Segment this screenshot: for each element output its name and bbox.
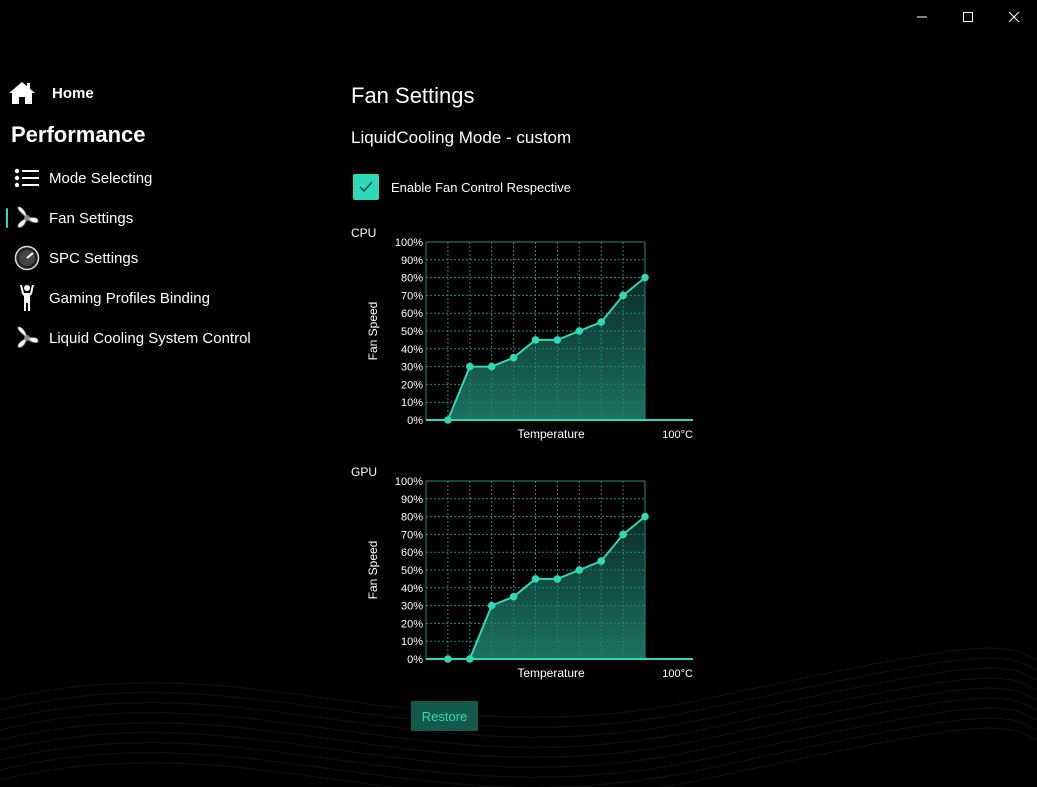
sidebar-item-gaming-profiles-binding[interactable]: Gaming Profiles Binding: [14, 283, 210, 313]
mode-text: LiquidCooling Mode - custom: [351, 128, 572, 147]
close-button[interactable]: [991, 0, 1037, 34]
y-tick-label: 80%: [401, 273, 423, 285]
home-label: Home: [52, 84, 94, 102]
curve-point[interactable]: [619, 291, 627, 300]
curve-area: [447, 516, 645, 659]
gpu-fan-chart: GPU 0% 10% 20% 30% 40% 50% 60% 70% 80% 90% 100% Fan…: [351, 465, 711, 695]
selected-indicator: [6, 208, 8, 228]
y-tick-label: 30%: [401, 601, 423, 613]
curve-point[interactable]: [531, 336, 540, 344]
y-tick-label: 30%: [401, 362, 423, 374]
cpu-fan-chart: CPU 0% 10% 20% 30% 40% 50% 60% 70% 80% 90% 100% Fan…: [351, 226, 711, 456]
y-tick-label: 60%: [401, 308, 423, 320]
y-tick-label: 50%: [401, 326, 423, 338]
enable-fan-control-label: Enable Fan Control Respective: [391, 179, 571, 195]
x-axis-label: Temperature: [517, 427, 585, 441]
x-axis-label: Temperature: [517, 666, 585, 680]
y-tick-label: 100%: [395, 476, 423, 488]
check-icon: [359, 181, 373, 193]
sidebar-item-label: Gaming Profiles Binding: [49, 289, 210, 307]
fan-icon: [14, 205, 40, 231]
sidebar-item-fan-settings[interactable]: Fan Settings: [14, 203, 133, 233]
y-tick-label: 70%: [401, 290, 423, 302]
enable-fan-control-row[interactable]: Enable Fan Control Respective: [353, 174, 571, 200]
sidebar-item-label: Fan Settings: [49, 209, 134, 227]
person-icon: [14, 285, 40, 311]
y-tick-label: 0%: [407, 654, 423, 666]
curve-point[interactable]: [553, 336, 562, 344]
gpu-fan-curve-svg[interactable]: 0% 10% 20% 30% 40% 50% 60% 70% 80% 90% 100% Fan Spe…: [351, 465, 711, 695]
y-tick-label: 10%: [401, 636, 423, 648]
window-controls: [899, 0, 1037, 34]
curve-point[interactable]: [575, 566, 584, 574]
home-icon: [9, 82, 35, 104]
y-tick-label: 80%: [401, 512, 423, 524]
curve-point[interactable]: [531, 575, 540, 583]
section-title: Performance: [11, 122, 146, 147]
curve-point[interactable]: [641, 273, 649, 282]
fan-icon: [14, 325, 40, 351]
curve-point[interactable]: [466, 362, 474, 371]
cpu-fan-curve-svg[interactable]: 0% 10% 20% 30% 40% 50% 60% 70% 80% 90% 100% Fan Spe…: [351, 226, 711, 456]
curve-area: [447, 277, 645, 420]
curve-point[interactable]: [641, 512, 649, 521]
curve-point[interactable]: [466, 655, 474, 663]
sidebar-item-liquid-cooling-system-control[interactable]: Liquid Cooling System Control: [14, 323, 251, 353]
x-axis-end-label: 100°C: [662, 668, 693, 680]
app-window: Home Performance Mode Selecting Fan Sett…: [0, 0, 1037, 787]
curve-point[interactable]: [619, 530, 627, 539]
y-tick-label: 10%: [401, 397, 423, 409]
enable-fan-control-checkbox[interactable]: [353, 174, 379, 200]
close-icon: [1008, 11, 1020, 23]
x-axis-end-label: 100°C: [662, 429, 693, 441]
y-tick-label: 90%: [401, 494, 423, 506]
list-icon: [14, 165, 40, 191]
y-tick-label: 40%: [401, 583, 423, 595]
maximize-icon: [963, 12, 973, 22]
y-tick-label: 20%: [401, 618, 423, 630]
y-axis-label: Fan Speed: [366, 302, 380, 361]
y-tick-label: 60%: [401, 547, 423, 559]
curve-point[interactable]: [487, 601, 496, 610]
curve-point[interactable]: [597, 557, 605, 565]
y-tick-label: 50%: [401, 565, 423, 577]
maximize-button[interactable]: [945, 0, 991, 34]
gauge-icon: [14, 245, 40, 271]
y-tick-label: 70%: [401, 529, 423, 541]
y-tick-label: 100%: [395, 237, 423, 249]
sidebar-item-label: Liquid Cooling System Control: [49, 329, 251, 347]
minimize-icon: [917, 16, 927, 18]
y-tick-label: 20%: [401, 379, 423, 391]
y-tick-label: 90%: [401, 255, 423, 267]
curve-point[interactable]: [487, 362, 496, 371]
curve-point[interactable]: [553, 575, 562, 583]
curve-point[interactable]: [597, 318, 605, 326]
sidebar-item-label: SPC Settings: [49, 249, 139, 267]
y-axis-label: Fan Speed: [366, 541, 380, 600]
sidebar-item-mode-selecting[interactable]: Mode Selecting: [14, 163, 152, 193]
curve-point[interactable]: [444, 655, 452, 663]
y-tick-label: 40%: [401, 344, 423, 356]
sidebar-item-spc-settings[interactable]: SPC Settings: [14, 243, 138, 273]
home-link[interactable]: Home: [8, 80, 94, 106]
sidebar-item-label: Mode Selecting: [49, 169, 153, 187]
curve-point[interactable]: [575, 327, 584, 335]
y-tick-label: 0%: [407, 415, 423, 427]
page-title: Fan Settings: [351, 83, 475, 108]
minimize-button[interactable]: [899, 0, 945, 34]
curve-point[interactable]: [444, 416, 452, 424]
curve-point[interactable]: [509, 592, 518, 601]
restore-button[interactable]: Restore: [411, 701, 478, 731]
curve-point[interactable]: [509, 353, 518, 362]
